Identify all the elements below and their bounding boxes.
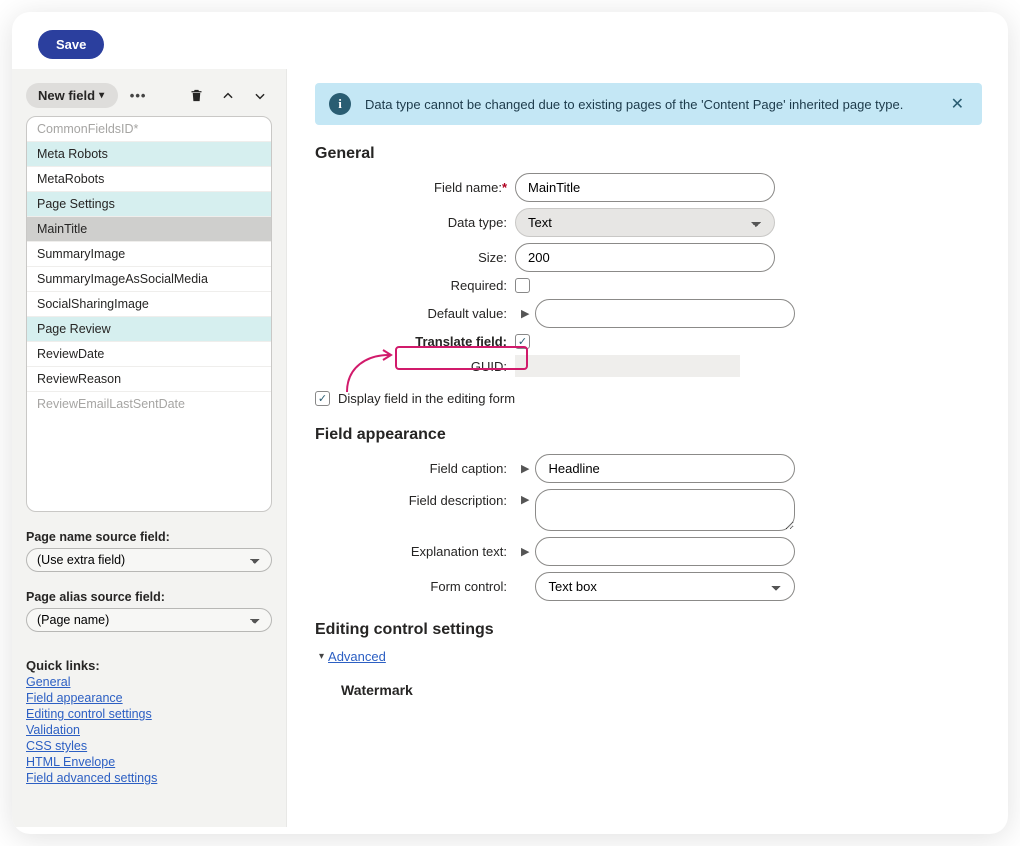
ellipsis-icon: ••• bbox=[130, 88, 147, 103]
info-icon: i bbox=[329, 93, 351, 115]
more-options-button[interactable]: ••• bbox=[126, 84, 150, 108]
caption-expand-caret[interactable]: ▶ bbox=[515, 462, 535, 475]
page-name-source-select[interactable]: (Use extra field) bbox=[26, 548, 272, 572]
alert-text: Data type cannot be changed due to exist… bbox=[365, 97, 903, 112]
sidebar: New field ▾ ••• CommonFieldsID*Meta Robo… bbox=[12, 69, 287, 827]
page-name-source-label: Page name source field: bbox=[26, 530, 272, 544]
annotation-arrow bbox=[337, 347, 397, 397]
form-control-select[interactable]: Text box bbox=[535, 572, 795, 601]
field-list-item[interactable]: Page Settings bbox=[27, 192, 271, 217]
new-field-button[interactable]: New field ▾ bbox=[26, 83, 118, 108]
alert-close-button[interactable]: ✕ bbox=[947, 94, 968, 114]
quick-link[interactable]: Validation bbox=[26, 723, 80, 737]
required-checkbox[interactable] bbox=[515, 278, 530, 293]
move-down-button[interactable] bbox=[248, 84, 272, 108]
default-expand-caret[interactable]: ▶ bbox=[515, 307, 535, 320]
move-up-button[interactable] bbox=[216, 84, 240, 108]
chevron-down-icon: ▾ bbox=[99, 90, 104, 101]
quick-link[interactable]: General bbox=[26, 675, 70, 689]
field-list-item[interactable]: SocialSharingImage bbox=[27, 292, 271, 317]
main-panel: i Data type cannot be changed due to exi… bbox=[287, 69, 1008, 827]
section-general-heading: General bbox=[315, 145, 982, 163]
page-alias-source-select[interactable]: (Page name) bbox=[26, 608, 272, 632]
display-field-checkbox[interactable]: ✓ bbox=[315, 391, 330, 406]
field-name-label: Field name:* bbox=[315, 180, 515, 195]
save-button[interactable]: Save bbox=[38, 30, 104, 59]
field-description-label: Field description: bbox=[315, 489, 515, 508]
field-list-item[interactable]: Meta Robots bbox=[27, 142, 271, 167]
field-list-item[interactable]: ReviewReason bbox=[27, 367, 271, 392]
field-list-item[interactable]: Page Review bbox=[27, 317, 271, 342]
field-list-item[interactable]: ReviewEmailLastSentDate bbox=[27, 392, 271, 511]
quick-link[interactable]: HTML Envelope bbox=[26, 755, 115, 769]
quick-links: General Field appearance Editing control s… bbox=[26, 675, 272, 785]
advanced-link[interactable]: Advanced bbox=[328, 649, 386, 664]
field-description-textarea[interactable] bbox=[535, 489, 795, 531]
section-editing-heading: Editing control settings bbox=[315, 621, 982, 639]
close-icon: ✕ bbox=[951, 96, 964, 113]
annotation-highlight bbox=[395, 346, 528, 370]
data-type-label: Data type: bbox=[315, 215, 515, 230]
info-alert: i Data type cannot be changed due to exi… bbox=[315, 83, 982, 125]
required-label: Required: bbox=[315, 278, 515, 293]
field-list-item[interactable]: MetaRobots bbox=[27, 167, 271, 192]
field-caption-input[interactable] bbox=[535, 454, 795, 483]
page-alias-source-label: Page alias source field: bbox=[26, 590, 272, 604]
field-name-input[interactable] bbox=[515, 173, 775, 202]
data-type-select[interactable]: Text bbox=[515, 208, 775, 237]
caret-down-icon: ▾ bbox=[319, 651, 324, 662]
field-list-item[interactable]: MainTitle bbox=[27, 217, 271, 242]
size-label: Size: bbox=[315, 250, 515, 265]
new-field-label: New field bbox=[38, 88, 95, 103]
quick-links-heading: Quick links: bbox=[26, 658, 272, 673]
field-caption-label: Field caption: bbox=[315, 461, 515, 476]
field-list: CommonFieldsID*Meta RobotsMetaRobotsPage… bbox=[26, 116, 272, 512]
default-value-input[interactable] bbox=[535, 299, 795, 328]
field-list-item[interactable]: ReviewDate bbox=[27, 342, 271, 367]
quick-link[interactable]: Editing control settings bbox=[26, 707, 152, 721]
chevron-down-icon bbox=[253, 89, 267, 103]
section-watermark-heading: Watermark bbox=[341, 682, 982, 698]
delete-field-button[interactable] bbox=[184, 84, 208, 108]
field-list-item[interactable]: SummaryImageAsSocialMedia bbox=[27, 267, 271, 292]
description-expand-caret[interactable]: ▶ bbox=[515, 489, 535, 506]
quick-link[interactable]: Field advanced settings bbox=[26, 771, 157, 785]
form-control-label: Form control: bbox=[315, 579, 515, 594]
explanation-text-input[interactable] bbox=[535, 537, 795, 566]
default-value-label: Default value: bbox=[315, 306, 515, 321]
trash-icon bbox=[189, 88, 204, 103]
advanced-toggle[interactable]: ▾ Advanced bbox=[319, 649, 982, 664]
section-appearance-heading: Field appearance bbox=[315, 426, 982, 444]
guid-value bbox=[515, 355, 740, 377]
quick-link[interactable]: CSS styles bbox=[26, 739, 87, 753]
quick-link[interactable]: Field appearance bbox=[26, 691, 123, 705]
field-list-item[interactable]: CommonFieldsID* bbox=[27, 117, 271, 142]
chevron-up-icon bbox=[221, 89, 235, 103]
explanation-expand-caret[interactable]: ▶ bbox=[515, 545, 535, 558]
size-input[interactable] bbox=[515, 243, 775, 272]
explanation-text-label: Explanation text: bbox=[315, 544, 515, 559]
field-list-item[interactable]: SummaryImage bbox=[27, 242, 271, 267]
